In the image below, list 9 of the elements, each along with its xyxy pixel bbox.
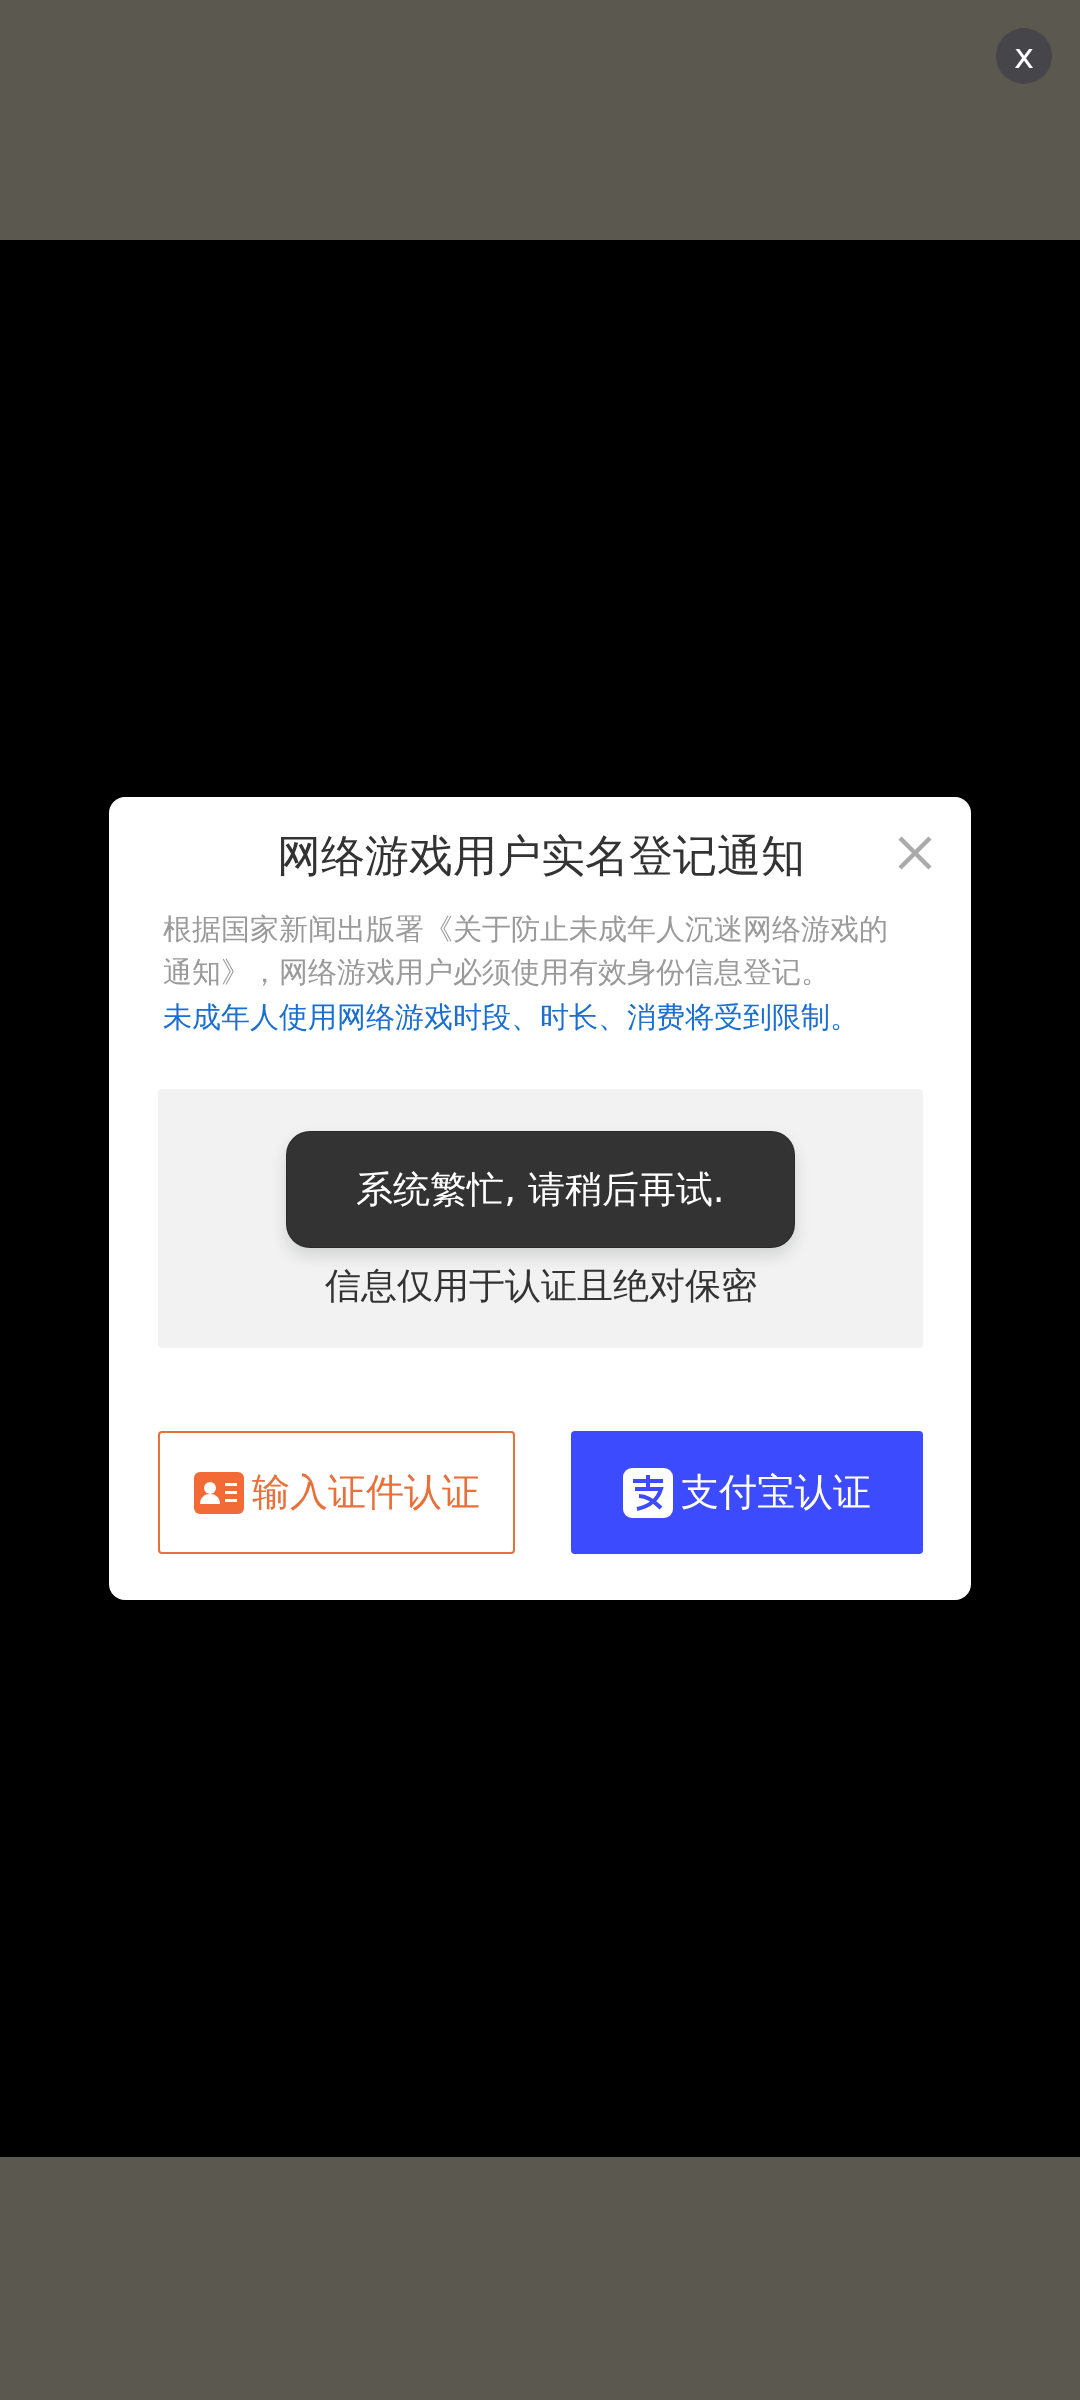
toast-message: 系统繁忙, 请稍后再试. (286, 1131, 795, 1249)
id-verify-button[interactable]: 输入证件认证 (158, 1431, 515, 1555)
dialog-title: 网络游戏用户实名登记通知 (276, 829, 805, 881)
id-card-icon (193, 1471, 244, 1514)
info-text: 信息仅用于认证且绝对保密 (324, 1264, 757, 1309)
restriction-text: 未成年人使用网络游戏时段、时长、消费将受到限制。 (163, 1000, 860, 1037)
notice-text: 根据国家新闻出版署《关于防止未成年人沉迷网络游戏的通知》，网络游戏用户必须使用有效身份信息登记。 (163, 912, 889, 992)
close-button[interactable]: x (996, 28, 1052, 84)
alipay-verify-button[interactable]: 支付宝认证 (571, 1431, 923, 1555)
